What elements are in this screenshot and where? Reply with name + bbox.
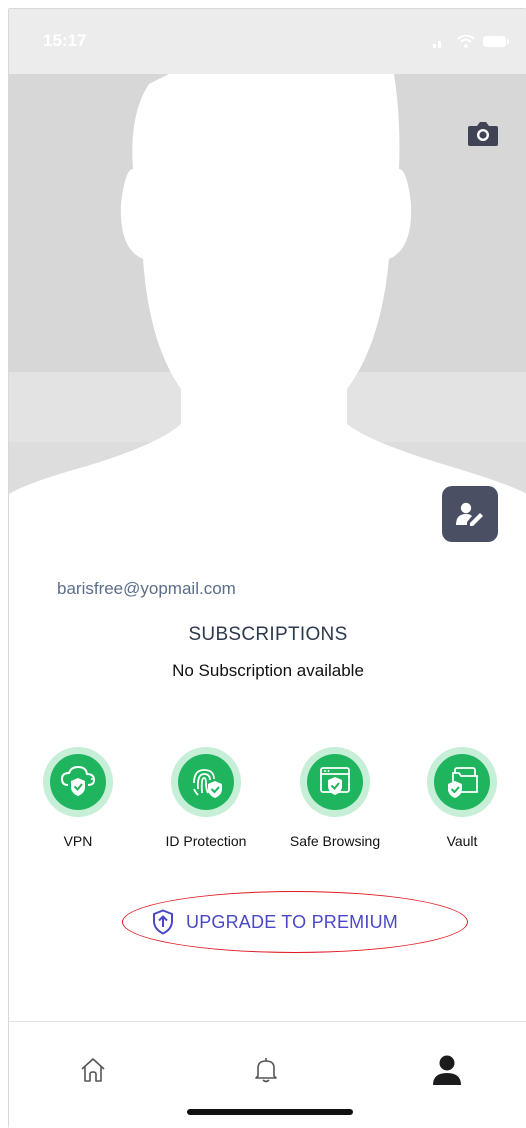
- tab-home[interactable]: [73, 1050, 113, 1090]
- home-indicator: [187, 1109, 353, 1115]
- feature-safe-browsing[interactable]: Safe Browsing: [280, 747, 390, 849]
- tab-notifications[interactable]: [246, 1050, 286, 1090]
- feature-vpn[interactable]: VPN: [23, 747, 133, 849]
- user-email: barisfree@yopmail.com: [57, 579, 236, 598]
- camera-icon: [468, 122, 498, 146]
- feature-label: VPN: [63, 833, 93, 849]
- feature-circle: [178, 754, 234, 810]
- feature-label: Vault: [446, 833, 478, 849]
- subscriptions-title: SUBSCRIPTIONS: [188, 624, 348, 645]
- feature-label: ID Protection: [165, 833, 247, 849]
- profile-icon: [433, 1055, 461, 1085]
- feature-ring: [427, 747, 497, 817]
- vpn-cloud-shield-icon: [60, 765, 96, 796]
- status-time: 15:17: [43, 31, 87, 50]
- feature-ring: [43, 747, 113, 817]
- status-bar: 15:17: [9, 9, 526, 74]
- feature-ring: [171, 747, 241, 817]
- upgrade-label: UPGRADE TO PREMIUM: [186, 911, 398, 932]
- upgrade-content: UPGRADE TO PREMIUM: [152, 909, 398, 935]
- feature-vault[interactable]: Vault: [407, 747, 517, 849]
- edit-profile-button[interactable]: [442, 486, 498, 542]
- fingerprint-shield-icon: [193, 769, 222, 798]
- signal-icon: [433, 40, 441, 48]
- feature-label: Safe Browsing: [289, 833, 381, 849]
- feature-ring: [300, 747, 370, 817]
- feature-circle: [434, 754, 490, 810]
- tab-profile[interactable]: [427, 1050, 467, 1090]
- feature-list: VPN ID Protection Safe Browsing Vault: [9, 747, 526, 867]
- feature-id-protection[interactable]: ID Protection: [151, 747, 261, 849]
- feature-circle: [50, 754, 106, 810]
- bell-icon: [255, 1058, 277, 1083]
- feature-circle: [307, 754, 363, 810]
- status-icons: [433, 35, 509, 48]
- shield-arrow-up-icon: [153, 909, 173, 935]
- app-screen: 15:17 barisfree@yopmail.com SUBSCRIPTION…: [8, 8, 526, 1128]
- wifi-icon: [457, 35, 475, 48]
- battery-icon: [483, 36, 509, 47]
- edit-profile-icon: [456, 502, 483, 526]
- camera-button[interactable]: [467, 119, 499, 147]
- home-icon: [81, 1058, 105, 1082]
- browser-shield-icon: [320, 767, 350, 795]
- upgrade-to-premium-button[interactable]: UPGRADE TO PREMIUM: [122, 891, 468, 953]
- subscription-status: No Subscription available: [172, 661, 364, 680]
- profile-photo[interactable]: [9, 74, 526, 619]
- folder-shield-icon: [448, 767, 478, 798]
